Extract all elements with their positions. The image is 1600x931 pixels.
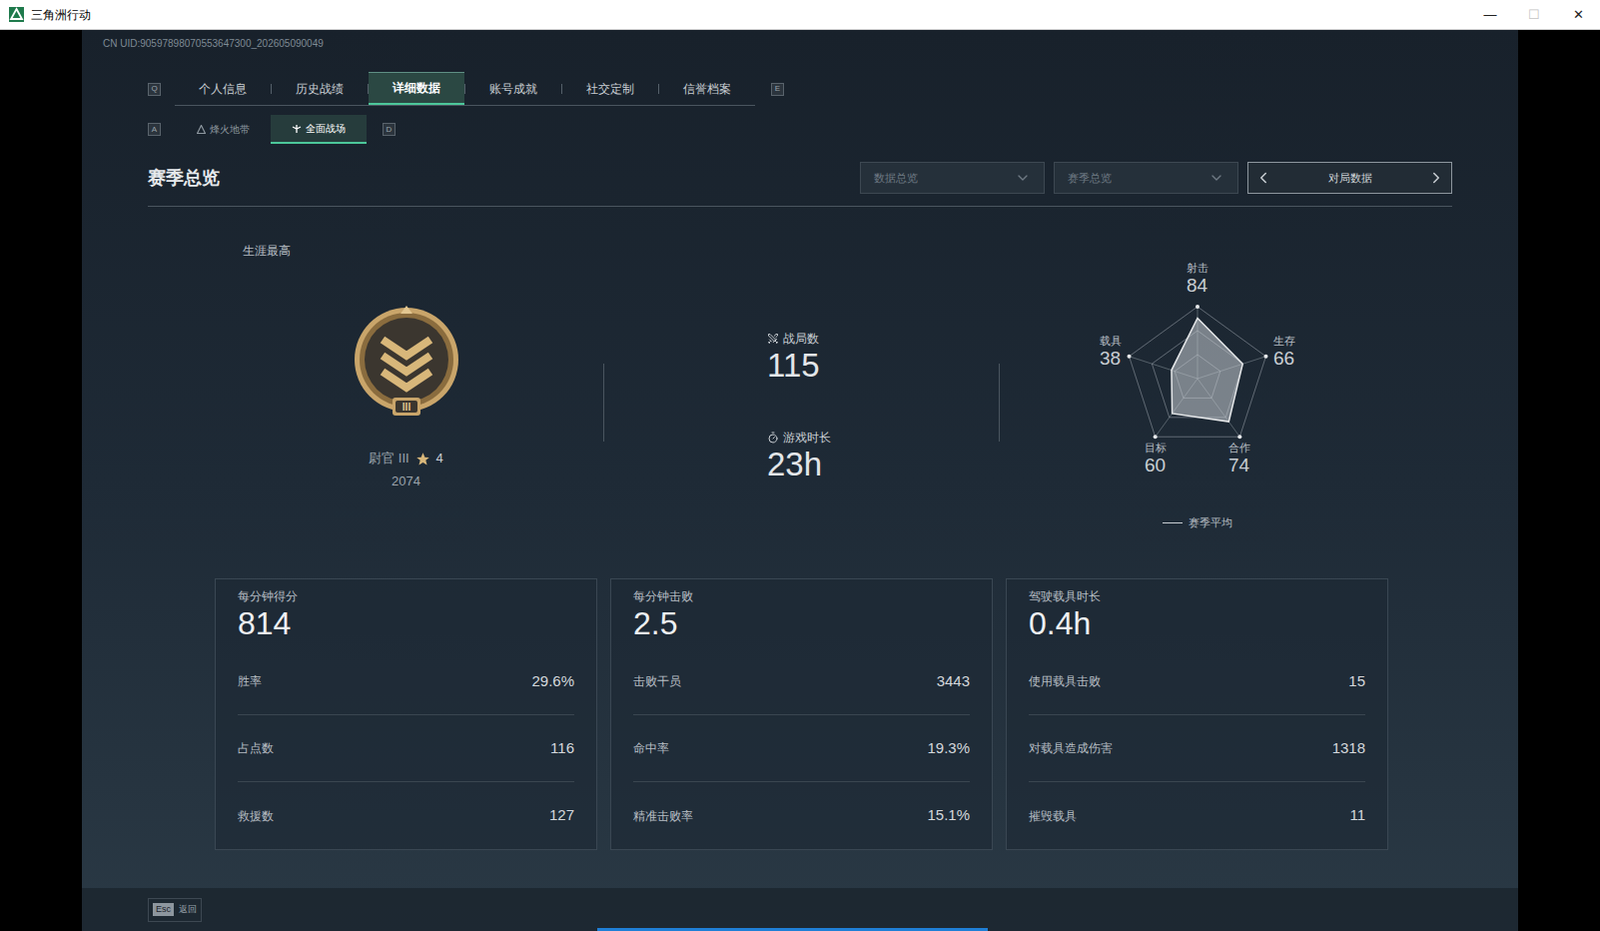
radar-legend: 赛季平均 [1162,514,1233,531]
section-title: 赛季总览 [147,161,220,194]
chevron-down-icon [1208,169,1225,186]
rank-stars: 4 [436,448,444,469]
stat-row: 对载具造成伤害1318 [1028,715,1366,783]
main-tab[interactable]: 账号成就 [465,71,562,105]
radar-series [1170,318,1242,423]
game-screen: CN UID:90597898070553647300_202605090049… [81,29,1519,931]
stat-row: 占点数116 [237,715,575,783]
key-hint: D [382,122,396,136]
sub-tab[interactable]: 全面战场 [270,114,367,144]
key-hint: Q [147,82,161,96]
radar-axis-label: 射击84 [1186,260,1209,297]
stat-card: 每分钟得分814胜率29.6%占点数116救援数127 [214,578,598,850]
timer-icon [767,431,780,444]
star-icon [415,451,431,467]
zone-icon [196,124,206,134]
window-control[interactable]: — [1468,0,1513,30]
app-window: 三角洲行动 —☐✕ CN UID:90597898070553647300_2026… [0,0,1600,931]
main-tab[interactable]: 个人信息 [174,71,271,105]
uid-text: CN UID:90597898070553647300_202605090049 [81,29,1519,51]
chevron-left-icon[interactable] [1254,168,1273,187]
battlefield-icon [291,123,302,134]
radar-chart: 射击84 生存66 合作74 目标60 载具38 [1047,253,1348,515]
filter-dropdown[interactable]: 数据总览 [859,161,1045,194]
chevron-down-icon [1014,169,1031,186]
tab-separator [658,83,660,94]
career-column: 生涯最高III尉官 III42074 [214,206,598,579]
stat-card: 每分钟击败2.5击败干员3443命中率19.3%精准击败率15.1% [610,578,993,850]
main-tab[interactable]: 社交定制 [562,71,659,105]
tab-separator [464,83,466,94]
sub-tab[interactable]: 烽火地带 [174,114,271,144]
key-hint: A [147,122,161,136]
app-logo-icon [8,6,24,22]
radar-axis-label: 生存66 [1273,333,1296,370]
back-button[interactable]: Esc返回 [147,897,202,922]
stat-row: 使用载具击败15 [1028,648,1366,716]
stat-row: 击败干员3443 [633,648,970,716]
stat-card: 驾驶载具时长0.4h使用载具击败15对载具造成伤害1318摧毁载具11 [1005,578,1389,850]
stat-row: 精准击败率15.1% [633,782,970,849]
section-header: 赛季总览数据总览赛季总览对局数据 [147,161,1453,207]
chevron-right-icon[interactable] [1427,168,1446,187]
radar-axis-label: 载具38 [1099,333,1122,370]
data-pager: 对局数据 [1247,161,1453,194]
stat-block: 游戏时长23h [767,429,993,483]
stats-column: 战局数115 游戏时长23h [610,206,993,579]
svg-text:III: III [401,401,411,413]
main-tabs: Q 个人信息历史战绩详细数据账号成就社交定制信誉档案 E [147,71,1453,106]
rank-name: 尉官 III [368,448,409,469]
card-row: 每分钟得分814胜率29.6%占点数116救援数127每分钟击败2.5击败干员3… [214,578,1453,850]
key-hint: E [771,82,785,96]
radar-axis-label: 合作74 [1228,440,1251,477]
stat-block: 战局数115 [767,330,993,384]
sub-tabs: A 烽火地带全面战场 D [147,114,1453,144]
column-divider [603,363,605,442]
footer-bar: Esc返回 [81,887,1519,931]
main-tab[interactable]: 历史战绩 [271,71,368,105]
swords-icon [767,332,780,345]
filter-dropdown[interactable]: 赛季总览 [1053,161,1239,194]
window-control[interactable]: ✕ [1556,0,1600,30]
rank-badge-icon: III [336,301,477,422]
radar-column: 射击84 生存66 合作74 目标60 载具38 赛季平均 [1005,206,1389,579]
bottom-accent-bar [597,927,988,931]
title-bar: 三角洲行动 —☐✕ [0,0,1600,30]
tab-separator [561,83,563,94]
window-control[interactable]: ☐ [1512,0,1557,30]
stat-row: 摧毁载具11 [1028,782,1366,849]
letterbox-right [1518,29,1600,931]
overview: 生涯最高III尉官 III42074战局数115游戏时长23h射击84生存66合… [214,206,1453,579]
stat-row: 胜率29.6% [237,648,575,716]
window-title: 三角洲行动 [30,5,91,24]
rank-score: 2074 [214,473,598,490]
stat-row: 救援数127 [237,782,575,849]
column-divider [998,363,1000,442]
tab-separator [270,83,272,94]
stat-row: 命中率19.3% [633,715,970,783]
main-tab[interactable]: 信誉档案 [659,71,756,105]
radar-axis-label: 目标60 [1144,440,1167,477]
main-tab[interactable]: 详细数据 [368,71,465,105]
letterbox-left [0,29,82,931]
